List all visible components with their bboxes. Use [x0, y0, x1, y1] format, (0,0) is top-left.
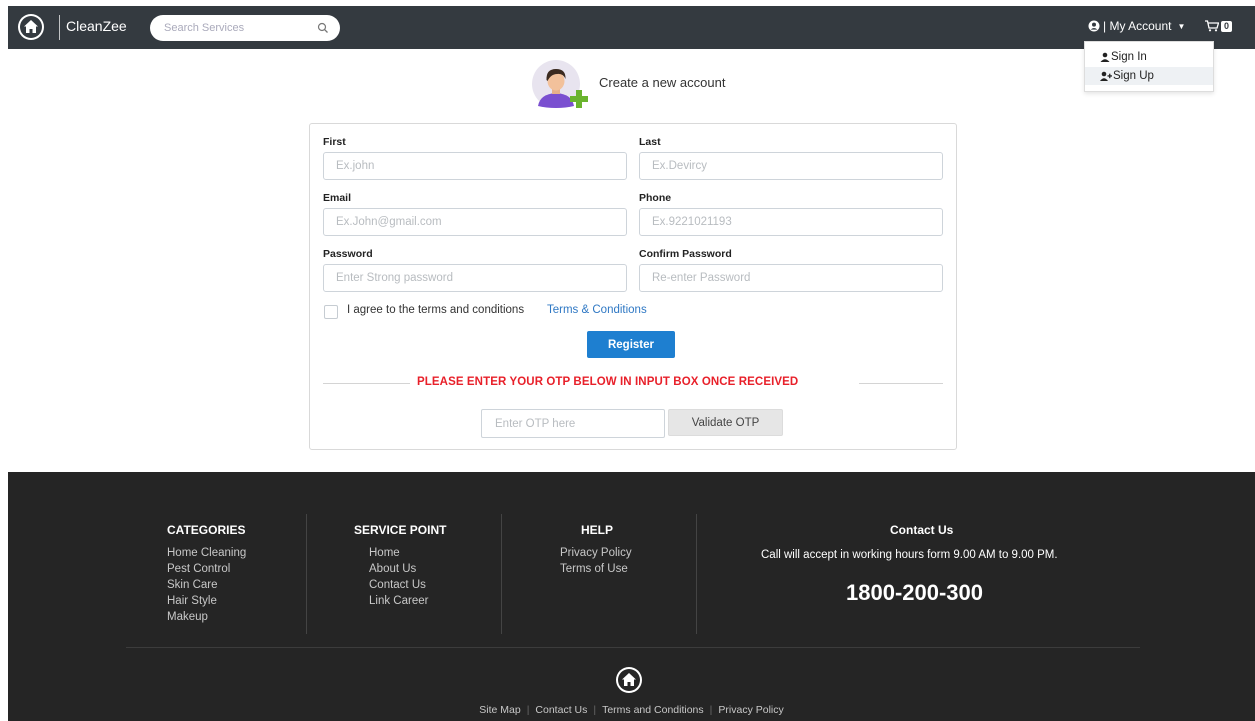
password-input[interactable] — [323, 264, 627, 292]
phone-label: Phone — [639, 192, 672, 204]
confirm-password-label: Confirm Password — [639, 248, 732, 260]
menu-item-label: Sign In — [1111, 51, 1147, 63]
new-user-avatar-icon — [530, 58, 590, 116]
home-logo-icon[interactable] — [18, 14, 44, 40]
service-point-heading: SERVICE POINT — [354, 523, 447, 537]
top-navbar: CleanZee | My Account ▼ 0 — [8, 6, 1255, 49]
link-separator: | — [593, 704, 597, 716]
confirm-password-input[interactable] — [639, 264, 943, 292]
footer-link[interactable]: Contact Us — [369, 579, 426, 591]
first-name-label: First — [323, 136, 346, 148]
phone-input[interactable] — [639, 208, 943, 236]
footer-link[interactable]: Privacy Policy — [560, 547, 632, 559]
menu-item-label: Sign Up — [1113, 70, 1154, 82]
link-separator: | — [709, 704, 713, 716]
cart-icon — [1205, 20, 1219, 32]
password-label: Password — [323, 248, 373, 260]
footer-divider — [501, 514, 502, 634]
otp-divider-left — [323, 383, 410, 384]
site-map-link[interactable]: Site Map — [479, 704, 520, 716]
otp-divider-right — [859, 383, 943, 384]
footer-link[interactable]: Makeup — [167, 611, 208, 623]
brand-divider — [59, 15, 60, 40]
footer-divider — [696, 514, 697, 634]
registration-form: First Last Email Phone Password Confirm … — [309, 123, 957, 450]
terms-agree-text: I agree to the terms and conditions — [347, 304, 525, 316]
footer-link[interactable]: Home Cleaning — [167, 547, 246, 559]
link-separator: | — [526, 704, 530, 716]
cart-count-badge: 0 — [1221, 20, 1233, 32]
validate-otp-button[interactable]: Validate OTP — [668, 409, 783, 436]
search-input[interactable] — [164, 20, 304, 36]
cart-button[interactable]: 0 — [1205, 20, 1233, 32]
last-name-label: Last — [639, 136, 661, 148]
contact-heading: Contact Us — [890, 523, 954, 537]
brand-name[interactable]: CleanZee — [66, 18, 127, 34]
terms-link[interactable]: Terms and Conditions — [602, 704, 704, 716]
footer: CATEGORIES Home Cleaning Pest Control Sk… — [8, 472, 1255, 721]
terms-checkbox[interactable] — [324, 305, 338, 319]
contact-us-link[interactable]: Contact Us — [535, 704, 587, 716]
last-name-input[interactable] — [639, 152, 943, 180]
email-label: Email — [323, 192, 352, 204]
footer-link[interactable]: Terms of Use — [560, 563, 628, 575]
first-name-input[interactable] — [323, 152, 627, 180]
footer-link[interactable]: Home — [369, 547, 400, 559]
privacy-policy-link[interactable]: Privacy Policy — [718, 704, 783, 716]
contact-hours-text: Call will accept in working hours form 9… — [761, 549, 1058, 561]
footer-link[interactable]: Link Career — [369, 595, 428, 607]
footer-link[interactable]: About Us — [369, 563, 416, 575]
search-box — [150, 15, 340, 41]
account-dropdown-menu: Sign In Sign Up — [1084, 41, 1214, 92]
search-icon[interactable] — [317, 22, 329, 34]
user-circle-icon — [1088, 20, 1100, 32]
register-button[interactable]: Register — [587, 331, 675, 358]
otp-instruction: PLEASE ENTER YOUR OTP BELOW IN INPUT BOX… — [417, 376, 799, 388]
footer-link[interactable]: Pest Control — [167, 563, 230, 575]
terms-conditions-link[interactable]: Terms & Conditions — [547, 304, 647, 316]
footer-divider — [306, 514, 307, 634]
menu-item-sign-up[interactable]: Sign Up — [1085, 67, 1213, 85]
menu-item-sign-in[interactable]: Sign In — [1085, 48, 1213, 66]
page: CleanZee | My Account ▼ 0 — [8, 6, 1255, 721]
contact-phone-number[interactable]: 1800-200-300 — [846, 580, 983, 606]
caret-down-icon: ▼ — [1177, 21, 1186, 31]
email-input[interactable] — [323, 208, 627, 236]
page-title: Create a new account — [599, 75, 726, 90]
help-heading: HELP — [581, 523, 614, 537]
my-account-toggle[interactable]: | My Account ▼ — [1088, 19, 1185, 33]
footer-bottom-links: Site Map | Contact Us | Terms and Conditions… — [8, 704, 1255, 716]
footer-link[interactable]: Hair Style — [167, 595, 217, 607]
user-plus-icon — [1100, 71, 1112, 81]
categories-heading: CATEGORIES — [167, 523, 246, 537]
otp-input[interactable] — [481, 409, 665, 438]
my-account-label: | My Account — [1103, 19, 1172, 33]
home-icon[interactable] — [616, 667, 642, 693]
user-icon — [1100, 52, 1110, 62]
footer-separator — [126, 647, 1140, 648]
footer-link[interactable]: Skin Care — [167, 579, 218, 591]
